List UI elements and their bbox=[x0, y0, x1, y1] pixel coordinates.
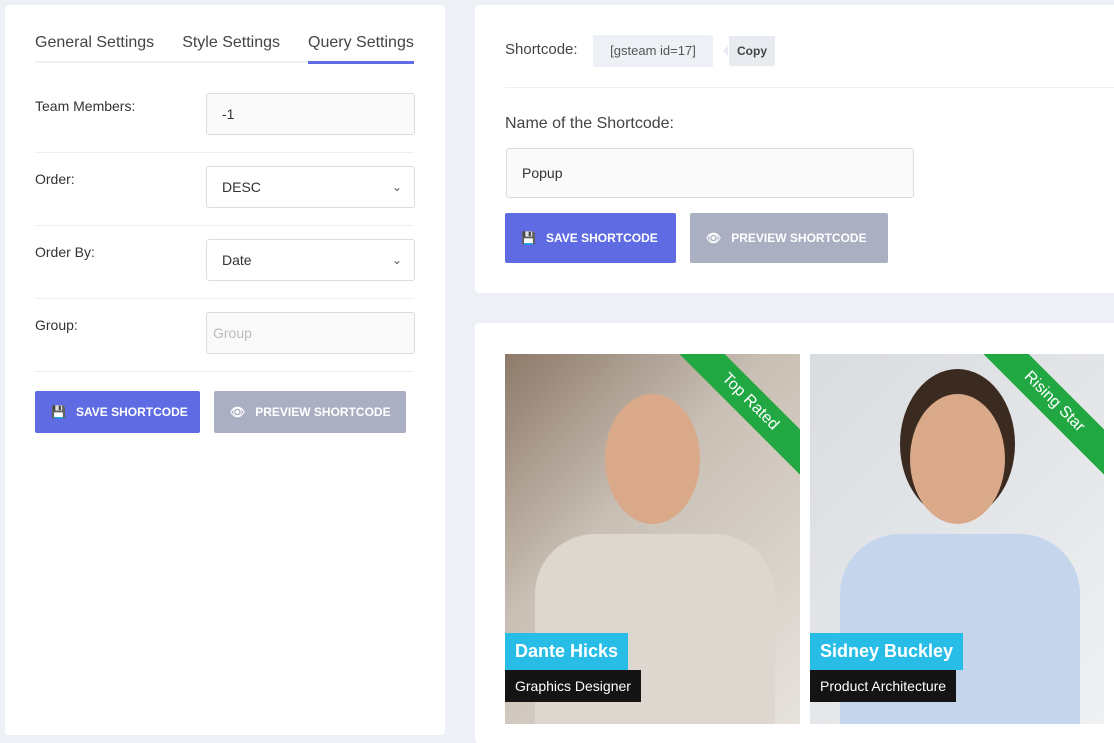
divider bbox=[505, 87, 1114, 88]
floppy-disk-icon: 💾 bbox=[51, 405, 66, 419]
member-designation: Product Architecture bbox=[810, 670, 957, 702]
tab-style-settings[interactable]: Style Settings bbox=[182, 33, 280, 63]
order-by-label: Order By: bbox=[35, 244, 95, 260]
order-label: Order: bbox=[35, 171, 75, 187]
group-row: Group: Group bbox=[35, 299, 415, 372]
preview-panel: Top Rated Dante Hicks Graphics Designer … bbox=[475, 323, 1114, 743]
chevron-down-icon: ⌄ bbox=[391, 180, 402, 194]
copy-button[interactable]: Copy bbox=[723, 36, 775, 66]
member-designation: Graphics Designer bbox=[505, 670, 641, 702]
floppy-disk-icon: 💾 bbox=[521, 231, 536, 245]
member-name: Dante Hicks bbox=[505, 633, 629, 670]
shortcode-code[interactable]: [gsteam id=17] bbox=[593, 35, 713, 67]
order-value: DESC bbox=[222, 179, 261, 195]
preview-shortcode-button[interactable]: 👁 PREVIEW SHORTCODE bbox=[690, 213, 888, 263]
save-label: SAVE SHORTCODE bbox=[75, 405, 188, 419]
settings-tabs: General Settings Style Settings Query Se… bbox=[35, 33, 414, 64]
team-member-card[interactable]: Rising Star Sidney Buckley Product Archi… bbox=[810, 354, 1104, 724]
shortcode-panel: Shortcode: [gsteam id=17] Copy Name of t… bbox=[475, 5, 1114, 293]
tab-query-settings[interactable]: Query Settings bbox=[308, 33, 414, 64]
eye-icon: 👁 bbox=[706, 231, 722, 245]
chevron-down-icon: ⌄ bbox=[391, 253, 402, 267]
preview-label: PREVIEW SHORTCODE bbox=[255, 405, 391, 419]
group-input[interactable]: Group bbox=[206, 312, 415, 354]
team-member-card[interactable]: Top Rated Dante Hicks Graphics Designer bbox=[505, 354, 800, 724]
eye-icon: 👁 bbox=[230, 405, 246, 419]
shortcode-name-label: Name of the Shortcode: bbox=[505, 115, 674, 132]
save-shortcode-button[interactable]: 💾 SAVE SHORTCODE bbox=[505, 213, 676, 263]
preview-label: PREVIEW SHORTCODE bbox=[731, 231, 867, 245]
tab-general-settings[interactable]: General Settings bbox=[35, 33, 154, 63]
order-select[interactable]: DESC ⌄ bbox=[206, 166, 415, 208]
team-members-input[interactable]: -1 bbox=[206, 93, 415, 135]
shortcode-name-input[interactable]: Popup bbox=[506, 148, 914, 198]
order-by-row: Order By: Date ⌄ bbox=[35, 226, 415, 299]
order-by-value: Date bbox=[222, 252, 252, 268]
save-shortcode-button[interactable]: 💾 SAVE SHORTCODE bbox=[35, 391, 200, 433]
save-label: SAVE SHORTCODE bbox=[545, 231, 658, 245]
shortcode-label: Shortcode: bbox=[505, 41, 578, 58]
settings-panel: General Settings Style Settings Query Se… bbox=[5, 5, 445, 735]
preview-shortcode-button[interactable]: 👁 PREVIEW SHORTCODE bbox=[214, 391, 406, 433]
member-name: Sidney Buckley bbox=[810, 633, 964, 670]
team-members-label: Team Members: bbox=[35, 98, 136, 114]
member-photo bbox=[605, 394, 700, 524]
order-row: Order: DESC ⌄ bbox=[35, 153, 415, 226]
member-photo bbox=[910, 394, 1005, 524]
order-by-select[interactable]: Date ⌄ bbox=[206, 239, 415, 281]
group-label: Group: bbox=[35, 317, 78, 333]
team-members-row: Team Members: -1 bbox=[35, 80, 415, 153]
